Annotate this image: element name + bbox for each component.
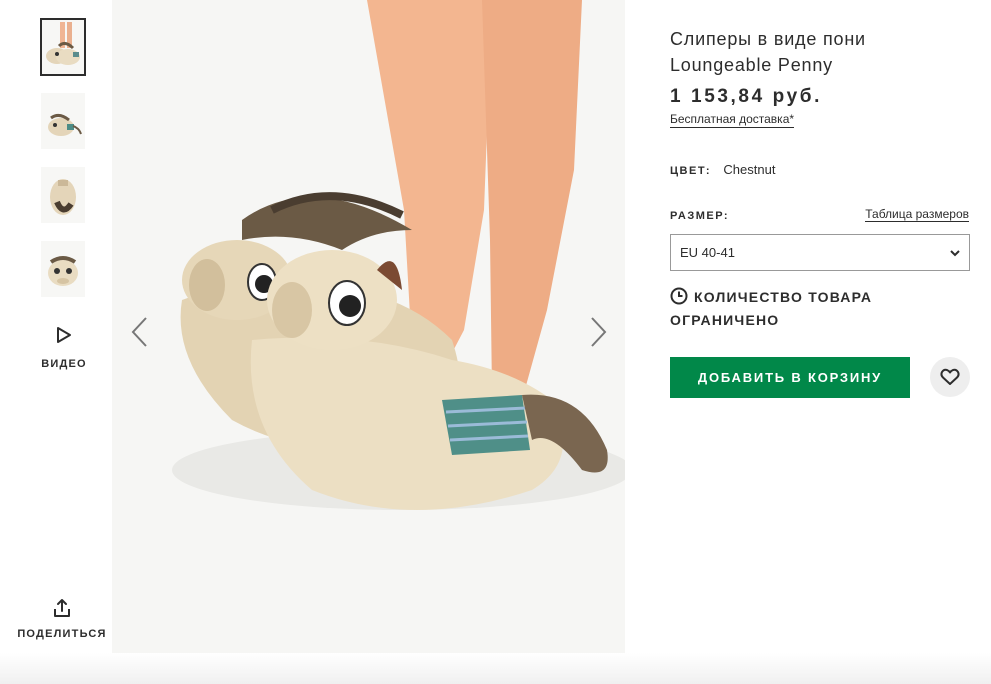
previous-image-button[interactable] bbox=[124, 312, 154, 352]
pony-slipper-thumbnail-image bbox=[48, 256, 78, 286]
play-icon bbox=[57, 327, 71, 343]
pony-slipper-thumbnail-image bbox=[48, 113, 82, 136]
size-row: РАЗМЕР: Таблица размеров bbox=[670, 206, 970, 224]
free-delivery-link[interactable]: Бесплатная доставка* bbox=[670, 112, 795, 128]
limited-stock-text: КОЛИЧЕСТВО ТОВАРА ОГРАНИЧЕНО bbox=[670, 289, 873, 328]
heart-icon bbox=[940, 368, 960, 385]
thumbnail-4[interactable] bbox=[41, 241, 85, 297]
size-select[interactable]: EU 40-41 bbox=[670, 234, 970, 271]
bottom-edge bbox=[0, 653, 991, 684]
size-select-value: EU 40-41 bbox=[680, 245, 735, 260]
thumbnail-1[interactable] bbox=[40, 18, 86, 76]
chevron-down-icon bbox=[950, 249, 960, 256]
thumbnail-2[interactable] bbox=[41, 93, 85, 149]
color-label: ЦВЕТ: bbox=[670, 165, 712, 177]
color-row: ЦВЕТ: Chestnut bbox=[670, 162, 775, 177]
share-icon bbox=[54, 599, 70, 617]
video-button[interactable]: ВИДЕО bbox=[36, 326, 92, 372]
clock-icon bbox=[670, 287, 688, 305]
thumbnail-list bbox=[40, 18, 86, 315]
limited-stock-notice: КОЛИЧЕСТВО ТОВАРА ОГРАНИЧЕНО bbox=[670, 286, 970, 332]
chevron-left-icon bbox=[131, 317, 147, 347]
pony-slipper-thumbnail-image bbox=[46, 22, 80, 65]
size-label: РАЗМЕР: bbox=[670, 210, 730, 222]
share-label: ПОДЕЛИТЬСЯ bbox=[17, 628, 107, 640]
thumbnail-3[interactable] bbox=[41, 167, 85, 223]
video-label: ВИДЕО bbox=[41, 358, 87, 370]
main-product-image bbox=[112, 0, 625, 653]
product-title: Слиперы в виде пони Loungeable Penny bbox=[670, 29, 866, 75]
pony-slippers-photo bbox=[112, 0, 625, 653]
save-for-later-button[interactable] bbox=[930, 357, 970, 397]
next-image-button[interactable] bbox=[584, 312, 614, 352]
chevron-right-icon bbox=[591, 317, 607, 347]
size-chart-link[interactable]: Таблица размеров bbox=[865, 207, 969, 222]
add-to-bag-button[interactable]: ДОБАВИТЬ В КОРЗИНУ bbox=[670, 357, 910, 398]
share-button[interactable]: ПОДЕЛИТЬСЯ bbox=[14, 598, 110, 642]
color-value: Chestnut bbox=[723, 162, 776, 177]
product-price: 1 153,84 руб. bbox=[670, 86, 822, 107]
pony-slipper-thumbnail-image bbox=[50, 179, 76, 215]
